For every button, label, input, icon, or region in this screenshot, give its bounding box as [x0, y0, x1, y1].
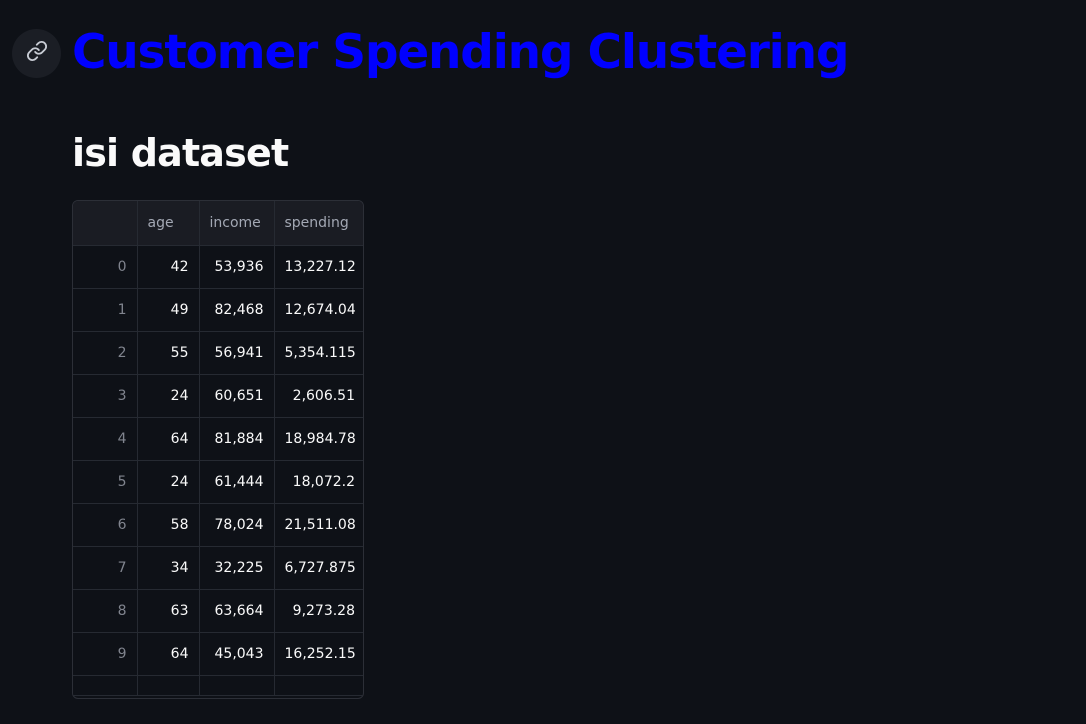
column-header-spending[interactable]: spending [274, 201, 363, 246]
age-cell[interactable]: 64 [137, 632, 200, 676]
spending-cell[interactable]: 6,727.875 [274, 546, 363, 590]
table-row: 9 64 45,043 16,252.15 [73, 632, 363, 676]
age-cell[interactable]: 49 [137, 288, 200, 332]
table-row: 3 24 60,651 2,606.51 [73, 374, 363, 418]
age-cell[interactable]: 63 [137, 589, 200, 633]
age-cell[interactable]: 55 [137, 331, 200, 375]
income-cell[interactable]: 60,651 [199, 374, 275, 418]
income-cell[interactable]: 45,043 [199, 632, 275, 676]
table-row: 8 63 63,664 9,273.28 [73, 589, 363, 633]
spending-cell[interactable]: 18,984.78 [274, 417, 363, 461]
row-index-cell[interactable]: 3 [73, 374, 138, 418]
table-row: 1 49 82,468 12,674.04 [73, 288, 363, 332]
table-row: 7 34 32,225 6,727.875 [73, 546, 363, 590]
row-index-cell[interactable]: 4 [73, 417, 138, 461]
age-cell[interactable]: 64 [137, 417, 200, 461]
column-header-income[interactable]: income [199, 201, 275, 246]
income-cell[interactable]: 53,936 [199, 245, 275, 289]
table-body: 0 42 53,936 13,227.12 1 49 82,468 12,674… [73, 245, 363, 696]
age-cell[interactable] [137, 675, 200, 696]
income-cell[interactable]: 78,024 [199, 503, 275, 547]
income-cell[interactable]: 56,941 [199, 331, 275, 375]
age-cell[interactable]: 34 [137, 546, 200, 590]
table-header-row: age income spending [73, 201, 363, 246]
dataset-subheader: isi dataset [72, 131, 289, 175]
table-row: 5 24 61,444 18,072.2 [73, 460, 363, 504]
row-index-cell[interactable]: 7 [73, 546, 138, 590]
link-icon [26, 40, 48, 67]
row-index-cell[interactable]: 9 [73, 632, 138, 676]
age-cell[interactable]: 24 [137, 374, 200, 418]
income-cell[interactable]: 81,884 [199, 417, 275, 461]
page-title: Customer Spending Clustering [72, 25, 850, 80]
row-index-cell[interactable]: 1 [73, 288, 138, 332]
spending-cell[interactable]: 21,511.08 [274, 503, 363, 547]
table-row-partial [73, 675, 363, 696]
anchor-link-button[interactable] [12, 29, 61, 78]
row-index-cell[interactable]: 5 [73, 460, 138, 504]
age-cell[interactable]: 58 [137, 503, 200, 547]
age-cell[interactable]: 42 [137, 245, 200, 289]
spending-cell[interactable] [274, 675, 363, 696]
spending-cell[interactable]: 5,354.115 [274, 331, 363, 375]
income-cell[interactable]: 63,664 [199, 589, 275, 633]
spending-cell[interactable]: 12,674.04 [274, 288, 363, 332]
column-header-age[interactable]: age [137, 201, 200, 246]
income-cell[interactable] [199, 675, 275, 696]
income-cell[interactable]: 61,444 [199, 460, 275, 504]
table-row: 2 55 56,941 5,354.115 [73, 331, 363, 375]
income-cell[interactable]: 82,468 [199, 288, 275, 332]
column-header-index[interactable] [73, 201, 138, 246]
row-index-cell[interactable]: 6 [73, 503, 138, 547]
table-row: 0 42 53,936 13,227.12 [73, 245, 363, 289]
spending-cell[interactable]: 2,606.51 [274, 374, 363, 418]
spending-cell[interactable]: 16,252.15 [274, 632, 363, 676]
spending-cell[interactable]: 18,072.2 [274, 460, 363, 504]
age-cell[interactable]: 24 [137, 460, 200, 504]
table-row: 6 58 78,024 21,511.08 [73, 503, 363, 547]
spending-cell[interactable]: 9,273.28 [274, 589, 363, 633]
row-index-cell[interactable]: 2 [73, 331, 138, 375]
table-row: 4 64 81,884 18,984.78 [73, 417, 363, 461]
dataframe-table[interactable]: age income spending 0 42 53,936 13,227.1… [72, 200, 364, 699]
row-index-cell[interactable] [73, 675, 138, 696]
spending-cell[interactable]: 13,227.12 [274, 245, 363, 289]
row-index-cell[interactable]: 8 [73, 589, 138, 633]
row-index-cell[interactable]: 0 [73, 245, 138, 289]
income-cell[interactable]: 32,225 [199, 546, 275, 590]
